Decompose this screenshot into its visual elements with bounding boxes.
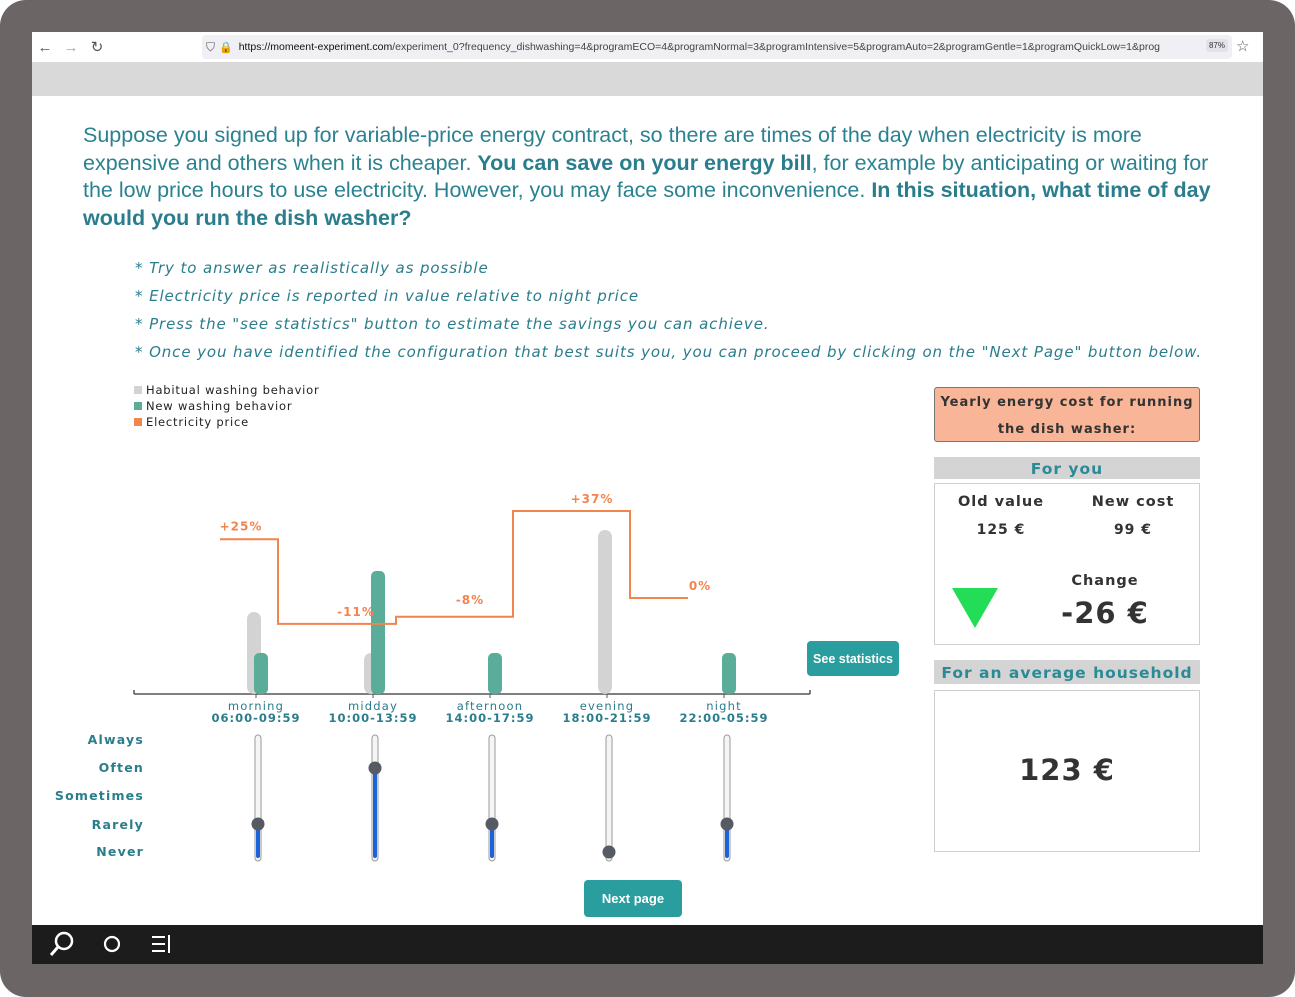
slider-thumb-afternoon[interactable] xyxy=(485,817,499,831)
legend-item-new: New washing behavior xyxy=(134,398,320,414)
see-statistics-button[interactable]: See statistics xyxy=(807,641,899,676)
bar-new-night xyxy=(722,653,736,694)
next-page-button[interactable]: Next page xyxy=(584,880,682,917)
price-line xyxy=(220,510,688,625)
slider-thumb-night[interactable] xyxy=(720,817,734,831)
slider-track-evening[interactable] xyxy=(605,734,613,862)
category-time-morning: 06:00-09:59 xyxy=(212,711,301,725)
taskbar xyxy=(32,925,1263,964)
browser-toolbar: ← → ↻ ⛉ 🔒 https://momeent-experiment.com… xyxy=(32,32,1263,62)
change-value: -26 € xyxy=(1061,596,1149,630)
new-cost-value: 99 € xyxy=(1113,522,1153,538)
zoom-level[interactable]: 87% xyxy=(1205,39,1228,52)
cortana-circle-icon[interactable] xyxy=(101,933,123,955)
category-time-afternoon: 14:00-17:59 xyxy=(446,711,535,725)
forward-arrow-icon[interactable]: → xyxy=(58,39,84,56)
instruction-item: * Electricity price is reported in value… xyxy=(135,287,640,305)
slider-thumb-morning[interactable] xyxy=(251,817,265,831)
legend-swatch xyxy=(134,386,142,394)
back-arrow-icon[interactable]: ← xyxy=(32,39,58,56)
category-time-night: 22:00-05:59 xyxy=(680,711,769,725)
category-time-midday: 10:00-13:59 xyxy=(329,711,418,725)
down-triangle-icon xyxy=(952,588,998,628)
price-label-night: 0% xyxy=(689,579,711,593)
shield-icon: ⛉ xyxy=(206,39,216,54)
price-label-midday: -11% xyxy=(337,605,375,619)
for-you-panel: Old value New cost 125 € 99 € Change -26… xyxy=(934,483,1200,645)
slider-thumb-midday[interactable] xyxy=(368,761,382,775)
old-value: 125 € xyxy=(976,522,1026,538)
search-icon[interactable] xyxy=(48,930,76,958)
bookmark-star-icon[interactable]: ☆ xyxy=(1236,37,1249,55)
instruction-item: * Once you have identified the configura… xyxy=(135,343,1203,361)
slider-fill-midday xyxy=(373,768,377,858)
legend-swatch xyxy=(134,418,142,426)
bar-habitual-evening xyxy=(598,530,612,694)
price-label-evening: +37% xyxy=(571,492,614,506)
freq-label-always: Always xyxy=(87,732,144,747)
average-household-panel: 123 € xyxy=(934,690,1200,852)
old-value-label: Old value xyxy=(957,494,1045,510)
average-household-header: For an average household xyxy=(934,660,1200,684)
bar-new-afternoon xyxy=(488,653,502,694)
intro-text: Suppose you signed up for variable-price… xyxy=(83,123,1211,230)
freq-label-often: Often xyxy=(98,760,144,775)
yearly-cost-header: Yearly energy cost for running the dish … xyxy=(934,387,1200,442)
category-time-evening: 18:00-21:59 xyxy=(563,711,652,725)
bar-new-midday xyxy=(371,571,385,694)
address-bar[interactable]: ⛉ 🔒 https://momeent-experiment.com/exper… xyxy=(202,35,1232,59)
instruction-item: * Press the "see statistics" button to e… xyxy=(135,315,770,333)
instruction-item: * Try to answer as realistically as poss… xyxy=(135,259,489,277)
screen: ← → ↻ ⛉ 🔒 https://momeent-experiment.com… xyxy=(32,32,1263,964)
legend-swatch xyxy=(134,402,142,410)
lock-icon: 🔒 xyxy=(219,41,233,54)
legend-item-price: Electricity price xyxy=(134,414,320,430)
slider-thumb-evening[interactable] xyxy=(602,845,616,859)
for-you-header: For you xyxy=(934,457,1200,479)
freq-label-sometimes: Sometimes xyxy=(54,788,144,803)
task-view-icon[interactable] xyxy=(150,933,174,955)
chart-legend: Habitual washing behavior New washing be… xyxy=(134,382,320,430)
new-cost-label: New cost xyxy=(1091,494,1175,510)
freq-label-never: Never xyxy=(96,844,144,859)
reload-icon[interactable]: ↻ xyxy=(84,38,110,56)
page-header-bar xyxy=(32,62,1263,96)
change-label: Change xyxy=(1071,573,1139,589)
washing-chart: morning06:00-09:59midday10:00-13:59after… xyxy=(133,492,811,725)
legend-item-habitual: Habitual washing behavior xyxy=(134,382,320,398)
frequency-sliders xyxy=(251,734,734,862)
average-value: 123 € xyxy=(1019,753,1115,787)
bar-new-morning xyxy=(254,653,268,694)
price-label-afternoon: -8% xyxy=(456,593,484,607)
price-label-morning: +25% xyxy=(220,519,263,533)
freq-label-rarely: Rarely xyxy=(91,817,144,832)
url-text: https://momeent-experiment.com/experimen… xyxy=(238,41,1161,53)
instructions-list: * Try to answer as realistically as poss… xyxy=(135,254,1202,366)
